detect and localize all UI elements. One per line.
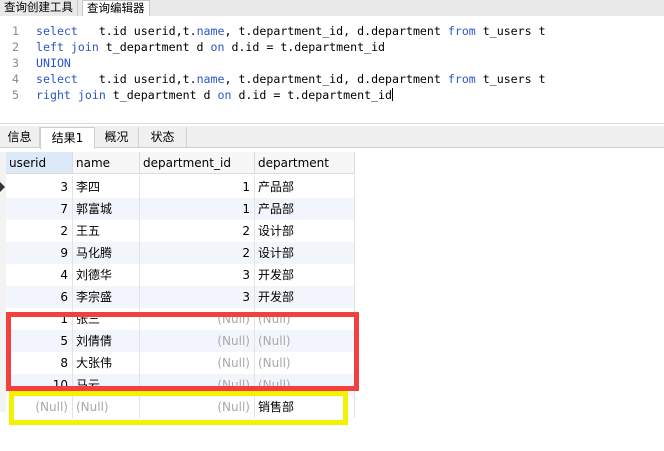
table-cell[interactable]: 开发部 xyxy=(255,264,355,286)
code-text: left join t_department d on d.id = t.dep… xyxy=(36,39,385,55)
sql-text: t.id userid,t. xyxy=(77,24,197,38)
tab-query-builder[interactable]: 查询创建工具 xyxy=(0,0,78,16)
table-cell[interactable]: 6 xyxy=(6,286,73,308)
sql-keyword: name xyxy=(196,72,225,86)
sql-text: t_department d xyxy=(105,88,218,102)
tab-info[interactable]: 信息 xyxy=(0,127,40,148)
table-cell[interactable]: 2 xyxy=(140,242,255,264)
col-header-department-id[interactable]: department_id xyxy=(140,152,255,174)
table-row[interactable]: 3 李四 1 产品部 xyxy=(6,176,355,198)
line-number: 5 xyxy=(12,88,19,102)
sql-keyword: from xyxy=(447,72,476,86)
sql-keyword: on xyxy=(210,40,225,54)
table-cell[interactable]: 李宗盛 xyxy=(73,286,140,308)
sql-keyword: from xyxy=(447,24,476,38)
table-cell[interactable]: 马化腾 xyxy=(73,242,140,264)
line-number: 1 xyxy=(12,24,19,38)
line-number: 3 xyxy=(12,56,19,70)
table-cell[interactable]: 产品部 xyxy=(255,176,355,198)
sql-keyword: right join xyxy=(36,88,106,102)
col-header-name[interactable]: name xyxy=(73,152,140,174)
line-number: 4 xyxy=(12,72,19,86)
sql-text: , t.department_id, d.department xyxy=(224,24,448,38)
sql-text: d.id = t.department_id xyxy=(224,40,386,54)
table-cell[interactable]: 刘德华 xyxy=(73,264,140,286)
current-row-arrow-icon xyxy=(0,182,5,192)
table-cell[interactable]: 郭富城 xyxy=(73,198,140,220)
text-cursor xyxy=(392,88,394,101)
query-tab-bar: 查询创建工具 查询编辑器 xyxy=(0,0,664,16)
table-cell[interactable]: 开发部 xyxy=(255,286,355,308)
code-text: select t.id userid,t.name, t.department_… xyxy=(36,71,546,87)
tab-status[interactable]: 状态 xyxy=(139,127,187,148)
sql-keyword: on xyxy=(217,88,232,102)
table-row[interactable]: 2 王五 2 设计部 xyxy=(6,220,355,242)
table-cell[interactable]: 2 xyxy=(140,220,255,242)
red-highlight-box xyxy=(6,312,359,391)
sql-text: d.id = t.department_id xyxy=(231,88,393,102)
tab-profile[interactable]: 概况 xyxy=(95,127,139,148)
table-cell[interactable]: 设计部 xyxy=(255,220,355,242)
yellow-highlight-box xyxy=(9,391,348,425)
sql-text: t_users t xyxy=(475,72,546,86)
table-cell[interactable]: 设计部 xyxy=(255,242,355,264)
table-cell[interactable]: 3 xyxy=(140,264,255,286)
col-header-userid[interactable]: userid xyxy=(6,152,73,174)
sql-keyword: UNION xyxy=(36,56,71,70)
table-cell[interactable]: 李四 xyxy=(73,176,140,198)
tab-query-editor[interactable]: 查询编辑器 xyxy=(82,0,150,16)
table-row[interactable]: 4 刘德华 3 开发部 xyxy=(6,264,355,286)
result-tab-bar: 信息 结果1 概况 状态 xyxy=(0,126,664,149)
sql-keyword: select xyxy=(36,72,78,86)
table-row[interactable]: 9 马化腾 2 设计部 xyxy=(6,242,355,264)
table-cell[interactable]: 7 xyxy=(6,198,73,220)
table-cell[interactable]: 1 xyxy=(140,176,255,198)
table-cell[interactable]: 9 xyxy=(6,242,73,264)
sql-text: t.id userid,t. xyxy=(77,72,197,86)
sql-keyword: name xyxy=(196,24,225,38)
table-cell[interactable]: 3 xyxy=(140,286,255,308)
table-cell[interactable]: 4 xyxy=(6,264,73,286)
sql-editor[interactable]: 1 select t.id userid,t.name, t.department… xyxy=(0,17,664,124)
table-cell[interactable]: 3 xyxy=(6,176,73,198)
col-header-department[interactable]: department xyxy=(255,152,355,174)
code-text: right join t_department d on d.id = t.de… xyxy=(36,87,394,103)
sql-text: t_users t xyxy=(475,24,546,38)
line-number: 2 xyxy=(12,40,19,54)
table-cell[interactable]: 2 xyxy=(6,220,73,242)
code-text: select t.id userid,t.name, t.department_… xyxy=(36,23,546,39)
table-row[interactable]: 7 郭富城 1 产品部 xyxy=(6,198,355,220)
code-text: UNION xyxy=(36,55,71,71)
table-cell[interactable]: 王五 xyxy=(73,220,140,242)
sql-keyword: select xyxy=(36,24,78,38)
sql-text: , t.department_id, d.department xyxy=(224,72,448,86)
tab-result-1[interactable]: 结果1 xyxy=(40,127,95,149)
sql-keyword: left join xyxy=(36,40,99,54)
sql-text: t_department d xyxy=(98,40,211,54)
table-cell[interactable]: 1 xyxy=(140,198,255,220)
table-cell[interactable]: 产品部 xyxy=(255,198,355,220)
table-row[interactable]: 6 李宗盛 3 开发部 xyxy=(6,286,355,308)
